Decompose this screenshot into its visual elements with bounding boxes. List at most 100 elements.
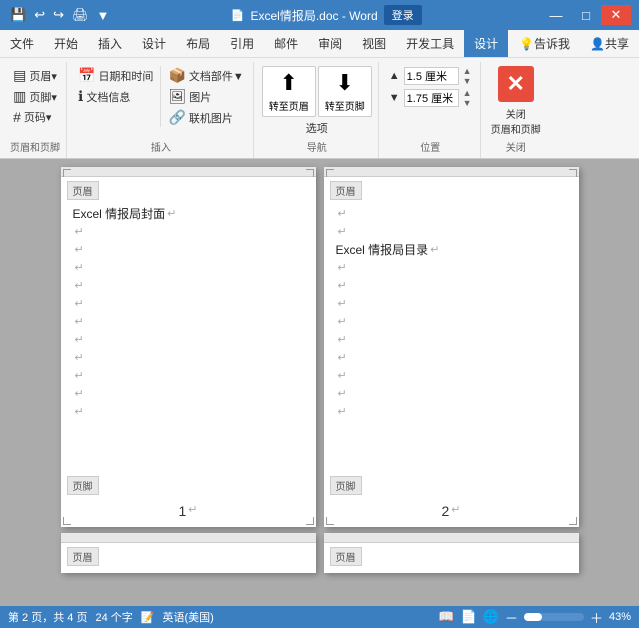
menu-references[interactable]: 引用 (220, 30, 264, 57)
page2-header-label: 页眉 (330, 181, 362, 200)
menu-review[interactable]: 审阅 (308, 30, 352, 57)
word-count: 24 个字 (95, 609, 132, 625)
page1-number-text: 1 (178, 503, 186, 519)
menu-view[interactable]: 视图 (352, 30, 396, 57)
nav-group-label: 导航 (307, 137, 327, 154)
menu-mailings[interactable]: 邮件 (264, 30, 308, 57)
page-info: 第 2 页，共 4 页 (8, 609, 87, 625)
document-area: 页眉 Excel 情报局封面 ↵ ↵ ↵ ↵ ↵ ↵ ↵ ↵ ↵ ↵ ↵ ↵ 页… (0, 159, 639, 606)
page1-line-6: ↵ (73, 312, 304, 330)
next-footer-button[interactable]: ⬇ 转至页脚 (318, 66, 372, 117)
page1-footer-label: 页脚 (67, 476, 99, 495)
ribbon-group-content-insert: 📅 日期和时间 ℹ 文档信息 📦 文档部件▼ 🖼 图片 🔗 (75, 62, 247, 137)
page1-line-1: ↵ (73, 222, 304, 240)
web-layout-icon[interactable]: 🌐 (483, 609, 499, 625)
print-layout-icon[interactable]: 📄 (461, 609, 477, 625)
pos-label-1: ▲ (389, 70, 400, 82)
datetime-label: 日期和时间 (98, 68, 153, 84)
page1-content[interactable]: Excel 情报局封面 ↵ ↵ ↵ ↵ ↵ ↵ ↵ ↵ ↵ ↵ ↵ ↵ (61, 200, 316, 487)
footer-label: 页脚▾ (29, 89, 57, 105)
page2-corner-bl (326, 517, 334, 525)
spellcheck-icon[interactable]: 📝 (141, 611, 155, 624)
parts-button[interactable]: 📦 文档部件▼ (165, 66, 246, 85)
zoom-slider[interactable] (524, 613, 584, 621)
bottom-position-input[interactable] (404, 89, 459, 107)
position-content: ▲ ▲▼ ▼ ▲▼ (389, 66, 472, 110)
partial-page4-label: 页眉 (330, 547, 362, 566)
partial-page-4: 页眉 (324, 533, 579, 573)
close-btn-label: 关闭页眉和页脚 (491, 106, 541, 136)
page2-content[interactable]: ↵ ↵ Excel 情报局目录 ↵ ↵ ↵ ↵ ↵ ↵ ↵ ↵ ↵ ↵ (324, 200, 579, 487)
menu-insert[interactable]: 插入 (88, 30, 132, 57)
parts-icon: 📦 (168, 67, 185, 84)
footer-button[interactable]: ▥ 页脚▾ (10, 87, 60, 106)
share-button[interactable]: 👤 共享 (580, 30, 639, 57)
print-button[interactable]: 🖨 (70, 7, 91, 23)
page1-line-4: ↵ (73, 276, 304, 294)
read-mode-icon[interactable]: 📖 (438, 609, 454, 625)
tell-me[interactable]: 💡 告诉我 (509, 30, 580, 57)
partial-page3-label: 页眉 (67, 547, 99, 566)
prev-header-icon: ⬆ (280, 70, 298, 96)
datetime-button[interactable]: 📅 日期和时间 (75, 66, 156, 85)
partial-page3-ruler (61, 533, 316, 543)
menu-start[interactable]: 开始 (44, 30, 88, 57)
save-button[interactable]: 💾 (8, 7, 28, 23)
close-window-button[interactable]: ✕ (601, 5, 631, 25)
language[interactable]: 英语(美国) (162, 609, 213, 625)
page2-corner-br (569, 517, 577, 525)
quick-access-toolbar: 💾 ↩ ↪ 🖨 ▼ (8, 7, 111, 23)
header-button[interactable]: ▤ 页眉▾ (10, 66, 60, 85)
customize-button[interactable]: ▼ (95, 8, 112, 23)
maximize-button[interactable]: □ (571, 5, 601, 25)
ribbon-group-content-nav: ⬆ 转至页眉 ⬇ 转至页脚 (262, 62, 372, 117)
online-picture-button[interactable]: 🔗 联机图片 (165, 108, 246, 127)
redo-button[interactable]: ↪ (51, 7, 66, 23)
picture-icon: 🖼 (168, 88, 186, 105)
pages-row-main: 页眉 Excel 情报局封面 ↵ ↵ ↵ ↵ ↵ ↵ ↵ ↵ ↵ ↵ ↵ ↵ 页… (61, 167, 579, 527)
pos-label-2: ▼ (389, 92, 400, 104)
page1-header-label: 页眉 (67, 181, 99, 200)
doc-info-button[interactable]: ℹ 文档信息 (75, 87, 156, 106)
menu-design-active[interactable]: 设计 (464, 30, 508, 57)
position-group-label: 位置 (389, 139, 472, 154)
datetime-icon: 📅 (78, 67, 95, 84)
menu-file[interactable]: 文件 (0, 30, 44, 57)
status-right: 📖 📄 🌐 － ＋ 43% (438, 608, 631, 627)
next-footer-icon: ⬇ (336, 70, 354, 96)
zoom-in-icon[interactable]: ＋ (590, 608, 603, 627)
next-footer-label: 转至页脚 (325, 98, 365, 113)
page1-line-3: ↵ (73, 258, 304, 276)
login-button[interactable]: 登录 (384, 5, 422, 25)
close-header-footer-button[interactable]: ✕ 关闭页眉和页脚 (491, 66, 541, 136)
picture-label: 图片 (189, 89, 211, 105)
prev-header-button[interactable]: ⬆ 转至页眉 (262, 66, 316, 117)
window-controls: — □ ✕ (541, 5, 631, 25)
pos-up-arrow-2[interactable]: ▲▼ (463, 88, 472, 108)
pos-up-arrow-1[interactable]: ▲▼ (463, 66, 472, 86)
doc-icon: 📄 (231, 9, 245, 22)
ribbon: ▤ 页眉▾ ▥ 页脚▾ # 页码▾ 页眉和页脚 📅 日期和时间 (0, 58, 639, 159)
online-pic-icon: 🔗 (168, 109, 185, 126)
page-number-label: 页码▾ (24, 109, 52, 125)
page1-line-2: ↵ (73, 240, 304, 258)
options-button[interactable]: 选项 (303, 119, 331, 137)
status-left: 第 2 页，共 4 页 24 个字 📝 英语(美国) (8, 609, 214, 625)
zoom-percentage: 43% (609, 611, 631, 623)
page-1: 页眉 Excel 情报局封面 ↵ ↵ ↵ ↵ ↵ ↵ ↵ ↵ ↵ ↵ ↵ ↵ 页… (61, 167, 316, 527)
minimize-button[interactable]: — (541, 5, 571, 25)
position-row-2: ▼ ▲▼ (389, 88, 472, 108)
picture-button[interactable]: 🖼 图片 (165, 87, 246, 106)
undo-button[interactable]: ↩ (32, 7, 47, 23)
ribbon-group-content-hf: ▤ 页眉▾ ▥ 页脚▾ # 页码▾ (10, 62, 60, 137)
page2-line-1: ↵ (336, 258, 567, 276)
menu-design[interactable]: 设计 (132, 30, 176, 57)
status-bar: 第 2 页，共 4 页 24 个字 📝 英语(美国) 📖 📄 🌐 － ＋ 43% (0, 606, 639, 628)
menu-layout[interactable]: 布局 (176, 30, 220, 57)
top-position-input[interactable] (404, 67, 459, 85)
options-label: 选项 (306, 120, 328, 136)
page1-line-10: ↵ (73, 384, 304, 402)
zoom-out-icon[interactable]: － (505, 608, 518, 627)
page-number-button[interactable]: # 页码▾ (10, 108, 60, 126)
menu-developer[interactable]: 开发工具 (396, 30, 464, 57)
